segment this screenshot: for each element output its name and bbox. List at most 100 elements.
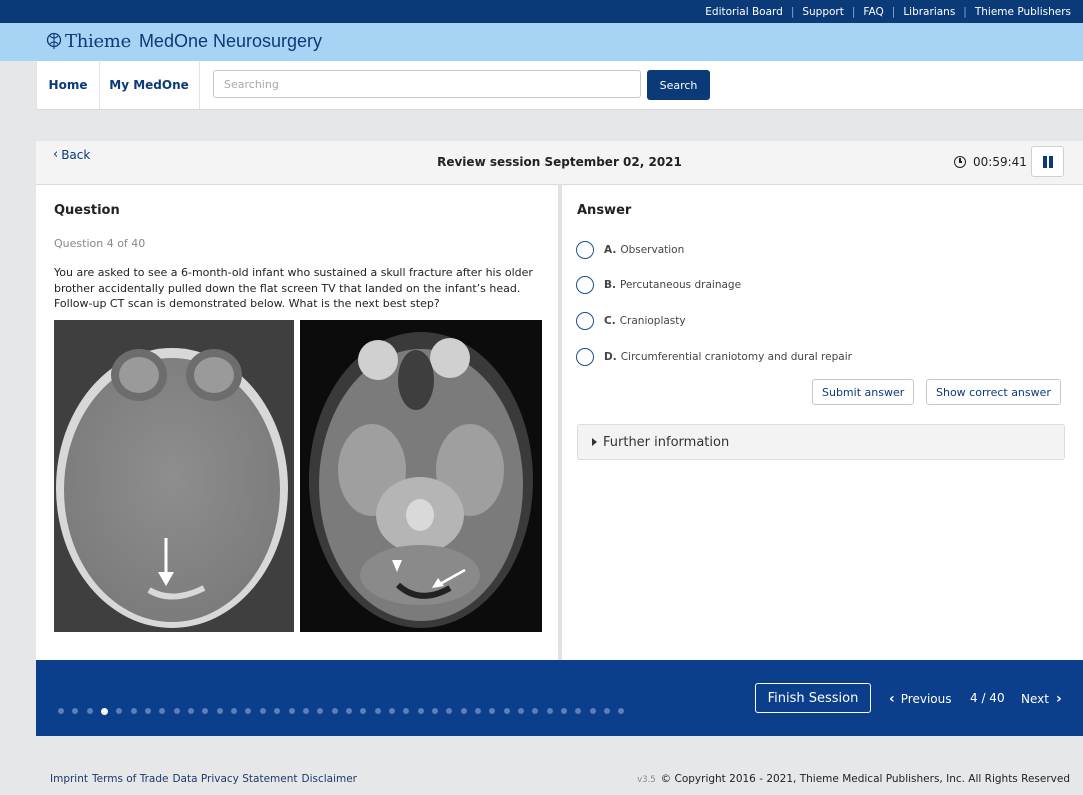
nav-home[interactable]: Home bbox=[36, 61, 100, 109]
brand-bar: Thieme MedOne Neurosurgery bbox=[0, 23, 1083, 61]
option-letter: B. bbox=[604, 279, 616, 291]
progress-dot[interactable] bbox=[216, 708, 223, 714]
show-correct-answer-button[interactable]: Show correct answer bbox=[926, 379, 1061, 405]
progress-dot[interactable] bbox=[173, 708, 180, 714]
progress-dot[interactable] bbox=[331, 708, 338, 714]
radio-button[interactable] bbox=[576, 241, 594, 259]
session-title: Review session September 02, 2021 bbox=[437, 155, 682, 169]
clock-icon bbox=[954, 156, 966, 168]
progress-dot[interactable] bbox=[116, 708, 123, 714]
progress-dot[interactable] bbox=[130, 708, 137, 714]
answer-panel: Answer A. Observation B. Percutaneous dr… bbox=[562, 185, 1083, 660]
separator: | bbox=[891, 5, 896, 18]
pause-icon bbox=[1049, 156, 1053, 168]
link-support[interactable]: Support bbox=[802, 6, 844, 18]
progress-dot[interactable] bbox=[546, 708, 553, 714]
progress-dot[interactable] bbox=[589, 708, 596, 714]
search-input[interactable] bbox=[213, 70, 641, 98]
next-button[interactable]: Next › bbox=[1021, 691, 1062, 707]
progress-dot[interactable] bbox=[561, 708, 568, 714]
link-faq[interactable]: FAQ bbox=[863, 6, 883, 18]
nav-my-medone[interactable]: My MedOne bbox=[99, 61, 200, 109]
progress-dot[interactable] bbox=[417, 708, 424, 714]
progress-dot[interactable] bbox=[231, 708, 238, 714]
session-timer: 00:59:41 bbox=[954, 155, 1027, 169]
progress-dot[interactable] bbox=[58, 708, 64, 714]
utility-links: Editorial Board | Support | FAQ | Librar… bbox=[705, 0, 1071, 23]
progress-dot[interactable] bbox=[604, 708, 611, 714]
progress-dot[interactable] bbox=[274, 708, 281, 714]
progress-dot[interactable] bbox=[503, 708, 510, 714]
progress-dot[interactable] bbox=[145, 708, 152, 714]
progress-dot[interactable] bbox=[532, 708, 539, 714]
top-utility-bar: Editorial Board | Support | FAQ | Librar… bbox=[0, 0, 1083, 23]
progress-dot[interactable] bbox=[431, 708, 438, 714]
footer-link-privacy[interactable]: Data Privacy Statement bbox=[172, 773, 297, 785]
progress-dot[interactable] bbox=[159, 708, 166, 714]
finish-session-button[interactable]: Finish Session bbox=[755, 683, 871, 713]
progress-dot[interactable] bbox=[245, 708, 252, 714]
radio-button[interactable] bbox=[576, 276, 594, 294]
progress-dot-current[interactable] bbox=[101, 707, 109, 715]
product-name: MedOne Neurosurgery bbox=[138, 30, 323, 51]
previous-button[interactable]: ‹ Previous bbox=[889, 691, 952, 707]
progress-dot[interactable] bbox=[360, 708, 367, 714]
progress-dot[interactable] bbox=[374, 708, 381, 714]
progress-dot[interactable] bbox=[618, 708, 625, 714]
progress-dot[interactable] bbox=[474, 708, 481, 714]
search-button[interactable]: Search bbox=[647, 70, 710, 100]
separator: | bbox=[851, 5, 856, 18]
thieme-emblem-icon bbox=[46, 30, 62, 52]
submit-answer-button[interactable]: Submit answer bbox=[812, 379, 915, 405]
option-text: Percutaneous drainage bbox=[620, 279, 742, 291]
session-header: ‹ Back Review session September 02, 2021… bbox=[36, 141, 1083, 185]
footer-link-terms[interactable]: Terms of Trade bbox=[92, 773, 168, 785]
radio-button[interactable] bbox=[576, 312, 594, 330]
option-text: Cranioplasty bbox=[619, 315, 686, 327]
progress-dot[interactable] bbox=[575, 708, 582, 714]
progress-dot[interactable] bbox=[302, 708, 309, 714]
pause-icon bbox=[1043, 156, 1047, 168]
version-label: v3.5 bbox=[637, 775, 656, 785]
answer-option-a[interactable]: A. Observation bbox=[576, 241, 684, 259]
chevron-left-icon: ‹ bbox=[889, 691, 895, 707]
progress-dot[interactable] bbox=[188, 708, 195, 714]
footer-link-imprint[interactable]: Imprint bbox=[50, 773, 88, 785]
link-librarians[interactable]: Librarians bbox=[903, 6, 955, 18]
copyright-text: © Copyright 2016 - 2021, Thieme Medical … bbox=[660, 773, 1070, 785]
progress-dot[interactable] bbox=[72, 708, 79, 714]
link-thieme-publishers[interactable]: Thieme Publishers bbox=[975, 6, 1071, 18]
progress-dot[interactable] bbox=[202, 708, 209, 714]
progress-dot[interactable] bbox=[345, 708, 352, 714]
option-letter: D. bbox=[604, 351, 617, 363]
chevron-right-icon: › bbox=[1055, 691, 1062, 707]
progress-dot[interactable] bbox=[489, 708, 496, 714]
mri-scan-image[interactable] bbox=[300, 320, 542, 632]
progress-dot[interactable] bbox=[259, 708, 266, 714]
progress-dot[interactable] bbox=[86, 708, 93, 714]
progress-dot[interactable] bbox=[403, 708, 410, 714]
progress-dot[interactable] bbox=[518, 708, 524, 714]
answer-option-b[interactable]: B. Percutaneous drainage bbox=[576, 276, 741, 294]
progress-dot[interactable] bbox=[446, 708, 453, 714]
footer-link-disclaimer[interactable]: Disclaimer bbox=[301, 773, 357, 785]
progress-dot[interactable] bbox=[460, 708, 467, 714]
progress-dot[interactable] bbox=[288, 708, 295, 714]
pause-button[interactable] bbox=[1031, 146, 1064, 177]
brand-logo[interactable]: Thieme MedOne Neurosurgery bbox=[46, 30, 322, 52]
review-content: Question Question 4 of 40 You are asked … bbox=[36, 185, 1083, 660]
answer-option-c[interactable]: C. Cranioplasty bbox=[576, 312, 686, 330]
progress-dot[interactable] bbox=[317, 708, 324, 714]
radio-button[interactable] bbox=[576, 348, 594, 366]
answer-option-d[interactable]: D. Circumferential craniotomy and dural … bbox=[576, 348, 852, 366]
option-text: Circumferential craniotomy and dural rep… bbox=[620, 351, 852, 363]
further-information-toggle[interactable]: Further information bbox=[577, 424, 1065, 460]
question-heading: Question bbox=[54, 203, 120, 218]
publisher-name: Thieme bbox=[65, 30, 131, 52]
progress-dot[interactable] bbox=[388, 708, 395, 714]
next-label: Next bbox=[1021, 692, 1049, 706]
question-progress-dots bbox=[58, 707, 633, 715]
link-editorial-board[interactable]: Editorial Board bbox=[705, 6, 783, 18]
page-position: 4 / 40 bbox=[970, 691, 1005, 705]
ct-scan-image[interactable] bbox=[54, 320, 294, 632]
